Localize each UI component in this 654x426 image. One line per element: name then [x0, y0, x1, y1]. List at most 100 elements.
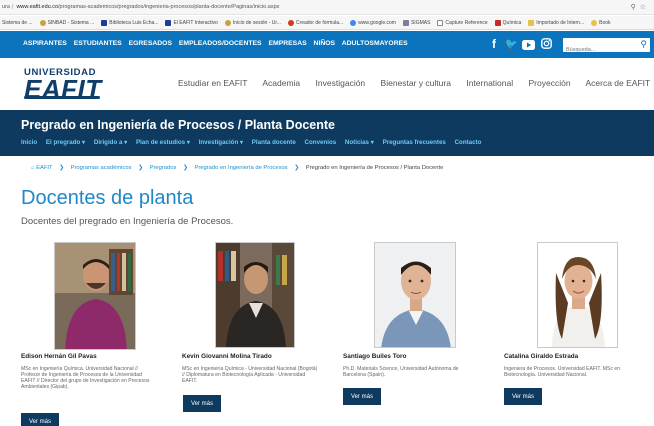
bookmark-item[interactable]: Capture Reference	[437, 19, 488, 26]
subnav-inicio[interactable]: Inicio	[21, 139, 37, 146]
nav-link-empresas[interactable]: EMPRESAS	[269, 40, 307, 47]
main-nav-bienestar[interactable]: Bienestar y cultura	[381, 78, 451, 88]
bookmark-item[interactable]: Sistema de ...	[2, 20, 33, 26]
bookmark-label: Importado de Intern...	[536, 19, 585, 26]
form-icon	[287, 19, 294, 26]
sigma-icon	[402, 19, 409, 26]
bookmark-label: Química	[502, 19, 522, 26]
page-icon	[101, 19, 108, 26]
subnav-investigacion[interactable]: Investigación ▾	[199, 139, 243, 146]
logo-underline	[24, 96, 100, 99]
subnav-convenios[interactable]: Convenios	[305, 139, 337, 146]
bookmark-item[interactable]: SIGMAS	[402, 19, 431, 26]
divider: |	[9, 4, 15, 10]
breadcrumb-item[interactable]: Pregrados	[150, 165, 177, 171]
subnav-noticias[interactable]: Noticias ▾	[345, 139, 374, 146]
url-domain: www.eafit.edu.co	[16, 4, 59, 10]
page-title: Docentes de planta	[21, 187, 194, 209]
folder-icon	[528, 19, 535, 26]
ver-mas-button[interactable]: Ver más	[183, 395, 221, 412]
home-icon: ⌂	[31, 165, 35, 171]
bookmark-item[interactable]: El EAFIT Interactivo	[165, 19, 218, 26]
main-nav-investigacion[interactable]: Investigación	[316, 78, 366, 88]
star-icon[interactable]: ☆	[640, 4, 650, 11]
nav-link-empleados[interactable]: EMPLEADOS/DOCENTES	[179, 40, 262, 47]
breadcrumb-item[interactable]: EAFIT	[36, 165, 52, 171]
chevron-right-icon: ❯	[294, 165, 300, 171]
url-prefix: ura	[2, 4, 10, 10]
bookmark-item[interactable]: Importado de Intern...	[528, 19, 585, 26]
bookmark-item[interactable]: SINBAD - Sistema ...	[39, 19, 94, 26]
subnav-el-pregrado[interactable]: El pregrado ▾	[46, 139, 85, 146]
professor-description: Ph.D. Materials Science, Universidad Aut…	[343, 366, 459, 379]
nav-link-adultosmayores[interactable]: ADULTOSMAYORES	[342, 40, 408, 47]
main-nav-acerca[interactable]: Acerca de EAFIT	[585, 78, 650, 88]
main-nav-proyeccion[interactable]: Proyección	[529, 78, 571, 88]
star-icon	[591, 19, 598, 26]
main-nav-estudiar[interactable]: Estudiar en EAFIT	[178, 78, 247, 88]
bookmark-label: Creador de formula...	[295, 19, 344, 26]
bookmark-label: SIGMAS	[410, 19, 431, 26]
subnav-planta-docente[interactable]: Planta docente	[252, 139, 296, 146]
zoom-icon[interactable]: ⚲	[631, 4, 640, 11]
nav-link-aspirantes[interactable]: ASPIRANTES	[23, 40, 67, 47]
professor-photo	[54, 242, 136, 350]
program-subnav: Inicio El pregrado ▾ Dirigido a ▾ Plan d…	[21, 139, 488, 146]
subnav-contacto[interactable]: Contacto	[455, 139, 482, 146]
breadcrumb: ⌂ EAFIT ❯ Programas académicos ❯ Pregrad…	[31, 165, 443, 171]
main-nav-international[interactable]: International	[466, 78, 513, 88]
url-text: www.eafit.edu.co/programas-academicos/pr…	[16, 4, 279, 10]
nav-link-estudiantes[interactable]: ESTUDIANTES	[74, 40, 122, 47]
audience-links: ASPIRANTES ESTUDIANTES EGRESADOS EMPLEAD…	[23, 40, 413, 47]
bookmark-item[interactable]: Creador de formula...	[287, 19, 344, 26]
program-title: Pregrado en Ingeniería de Procesos / Pla…	[21, 118, 335, 132]
search-icon[interactable]: ⚲	[640, 39, 647, 50]
subnav-dirigido-a[interactable]: Dirigido a ▾	[94, 139, 127, 146]
ver-mas-button[interactable]: Ver más	[21, 413, 59, 426]
search-input[interactable]	[563, 43, 633, 57]
twitter-icon[interactable]: 🐦	[505, 38, 517, 52]
flask-icon	[494, 19, 501, 26]
professor-description: Ingeniera de Procesos. Universidad EAFIT…	[504, 366, 621, 379]
breadcrumb-item[interactable]: Pregrado en Ingeniería de Procesos	[194, 165, 287, 171]
program-banner: Pregrado en Ingeniería de Procesos / Pla…	[0, 110, 654, 156]
professor-description: MSc en Ingeniería Química - Universidad …	[182, 366, 318, 385]
browser-address-bar[interactable]: ura | www.eafit.edu.co/programas-academi…	[0, 0, 654, 15]
breadcrumb-item[interactable]: Programas académicos	[71, 165, 132, 171]
bookmark-item[interactable]: Book	[591, 19, 611, 26]
professor-name: Edison Hernán Gil Pavas	[21, 353, 97, 360]
subnav-preguntas-frecuentes[interactable]: Preguntas frecuentes	[383, 139, 446, 146]
professor-description: MSc en Ingeniería Química. Universidad N…	[21, 366, 150, 391]
page-subtitle: Docentes del pregrado en Ingeniería de P…	[21, 216, 234, 227]
nav-link-ninos[interactable]: NIÑOS	[314, 40, 336, 47]
nav-link-egresados[interactable]: EGRESADOS	[129, 40, 172, 47]
bookmark-item[interactable]: Inicio de sesión - Ur...	[224, 19, 281, 26]
ver-mas-button[interactable]: Ver más	[504, 388, 542, 405]
professor-name: Catalina Giraldo Estrada	[504, 353, 579, 360]
globe-icon	[224, 19, 231, 26]
breadcrumb-current: Pregrado en Ingeniería de Procesos / Pla…	[305, 165, 444, 171]
chevron-right-icon: ❯	[59, 165, 64, 171]
browser-actions[interactable]: ⚲☆	[631, 3, 650, 11]
bookmark-item[interactable]: Biblioteca Luis Echa...	[101, 19, 158, 26]
main-nav: Estudiar en EAFIT Academia Investigación…	[178, 78, 654, 88]
main-nav-academia[interactable]: Academia	[262, 78, 300, 88]
instagram-icon[interactable]	[541, 38, 552, 52]
youtube-icon[interactable]	[522, 39, 535, 53]
audience-nav: ASPIRANTES ESTUDIANTES EGRESADOS EMPLEAD…	[0, 31, 654, 58]
professor-name: Santiago Builes Toro	[343, 353, 407, 360]
chevron-right-icon: ❯	[138, 165, 143, 171]
bookmark-item[interactable]: Química	[494, 19, 522, 26]
bookmark-item[interactable]: www.google.com	[350, 19, 396, 26]
url-path: /programas-academicos/pregrados/ingenier…	[58, 4, 280, 10]
eafit-logo[interactable]: UNIVERSIDAD EAFIT	[24, 68, 102, 102]
chevron-right-icon: ❯	[182, 165, 188, 171]
subnav-plan-de-estudios[interactable]: Plan de estudios ▾	[136, 139, 190, 146]
document-icon	[437, 19, 444, 26]
bookmark-label: El EAFIT Interactivo	[173, 19, 218, 26]
bookmark-label: www.google.com	[358, 19, 396, 26]
professor-photo	[374, 242, 456, 348]
bookmarks-bar: Sistema de ... SINBAD - Sistema ... Bibl…	[0, 16, 654, 30]
ver-mas-button[interactable]: Ver más	[343, 388, 381, 405]
facebook-icon[interactable]: f	[492, 37, 496, 51]
